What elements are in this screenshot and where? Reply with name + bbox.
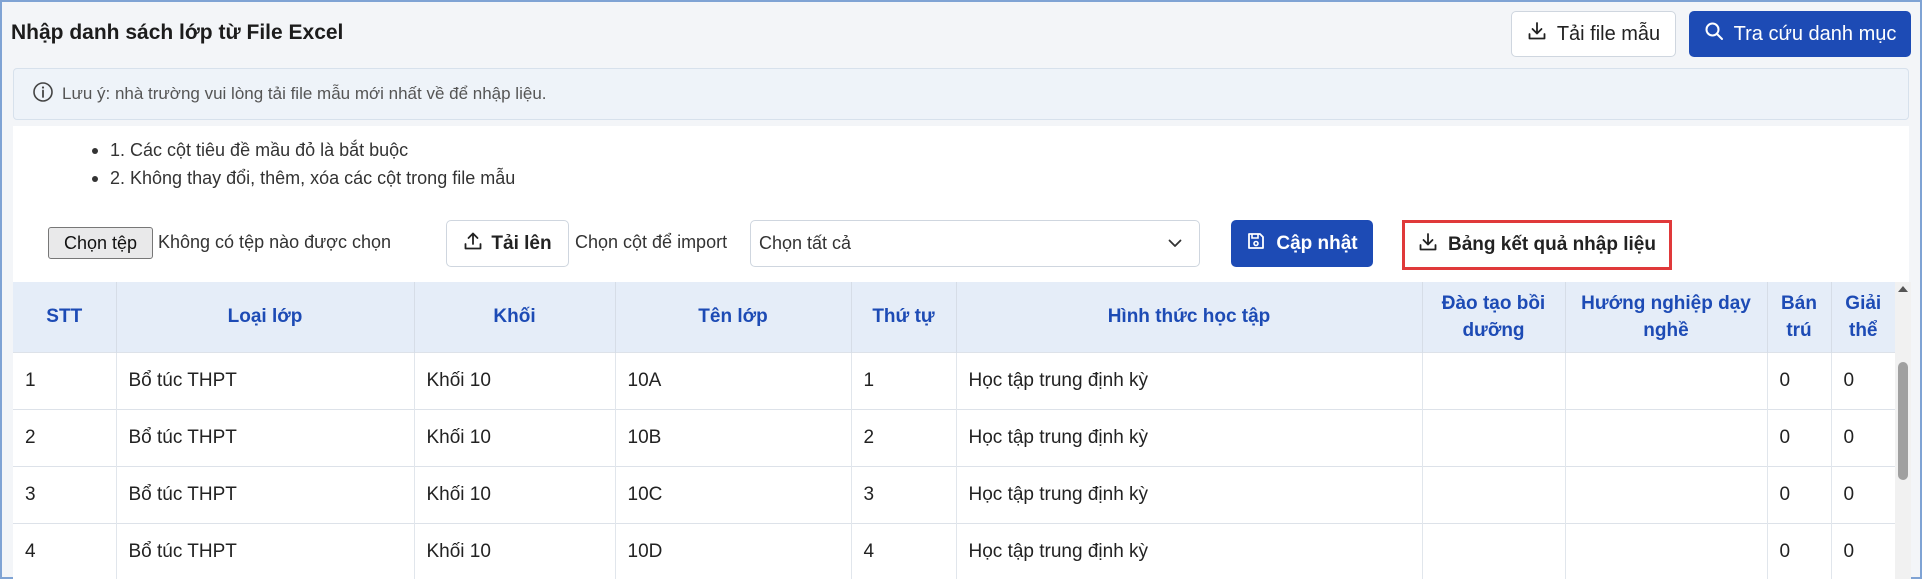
cell-order: 4 — [851, 523, 957, 579]
file-status: Không có tệp nào được chọn — [158, 232, 392, 252]
import-window: Nhập danh sách lớp từ File Excel Tải fil… — [0, 0, 1922, 579]
import-results-button[interactable]: Bảng kết quả nhập liệu — [1402, 220, 1672, 270]
lookup-catalog-button[interactable]: Tra cứu danh mục — [1689, 11, 1911, 57]
rule-item: 1. Các cột tiêu đề mầu đỏ là bắt buộc — [92, 136, 515, 164]
col-header-vocational[interactable]: Hướng nghiệp dạy nghề — [1565, 282, 1768, 352]
cell-order: 3 — [851, 466, 957, 523]
col-header-training[interactable]: Đào tạo bồi dưỡng — [1422, 282, 1566, 352]
cell-vocational — [1565, 523, 1768, 579]
download-template-label: Tải file mẫu — [1556, 22, 1661, 45]
download-icon — [1527, 21, 1547, 47]
col-header-class-name[interactable]: Tên lớp — [615, 282, 852, 352]
update-label: Cập nhật — [1276, 232, 1358, 254]
save-icon — [1246, 231, 1266, 257]
import-column-label: Chọn cột để import — [575, 232, 728, 252]
cell-study-form: Học tập trung định kỳ — [956, 352, 1423, 409]
choose-file-button[interactable]: Chọn tệp — [48, 227, 153, 259]
cell-grade: Khối 10 — [414, 352, 616, 409]
cell-boarding: 0 — [1767, 523, 1832, 579]
info-icon — [32, 81, 54, 108]
cell-vocational — [1565, 466, 1768, 523]
cell-class-type: Bổ túc THPT — [116, 523, 415, 579]
cell-order: 2 — [851, 409, 957, 466]
class-table: STT Loại lớp Khối Tên lớp Thứ tự Hình th… — [13, 282, 1895, 579]
cell-vocational — [1565, 409, 1768, 466]
cell-stt: 2 — [13, 409, 117, 466]
cell-study-form: Học tập trung định kỳ — [956, 523, 1423, 579]
table-row[interactable]: 1 Bổ túc THPT Khối 10 10A 1 Học tập trun… — [13, 352, 1895, 409]
cell-training — [1422, 409, 1566, 466]
cell-stt: 1 — [13, 352, 117, 409]
cell-dissolved: 0 — [1843, 426, 1855, 448]
import-column-value: Chọn tất cả — [759, 233, 852, 253]
cell-stt: 4 — [13, 523, 117, 579]
cell-grade: Khối 10 — [414, 466, 616, 523]
cell-class-type: Bổ túc THPT — [116, 409, 415, 466]
cell-class-name: 10A — [615, 352, 852, 409]
import-results-label: Bảng kết quả nhập liệu — [1448, 234, 1656, 255]
cell-class-name: 10C — [615, 466, 852, 523]
note-banner: Lưu ý: nhà trường vui lòng tải file mẫu … — [13, 68, 1909, 120]
page-title: Nhập danh sách lớp từ File Excel — [11, 21, 344, 44]
cell-boarding: 0 — [1767, 352, 1832, 409]
cell-boarding: 0 — [1767, 409, 1832, 466]
note-text: Lưu ý: nhà trường vui lòng tải file mẫu … — [62, 84, 547, 103]
download-template-button[interactable]: Tải file mẫu — [1511, 11, 1676, 57]
cell-training — [1422, 523, 1566, 579]
lookup-catalog-label: Tra cứu danh mục — [1733, 22, 1897, 45]
upload-label: Tải lên — [491, 232, 552, 254]
table-row[interactable]: 4 Bổ túc THPT Khối 10 10D 4 Học tập trun… — [13, 523, 1895, 579]
chevron-down-icon — [1167, 235, 1183, 256]
cell-stt: 3 — [13, 466, 117, 523]
cell-order: 1 — [851, 352, 957, 409]
col-header-dissolved[interactable]: Giải thể — [1831, 282, 1895, 352]
cell-boarding: 0 — [1767, 466, 1832, 523]
col-header-order[interactable]: Thứ tự — [851, 282, 957, 352]
update-button[interactable]: Cập nhật — [1231, 220, 1373, 267]
rules-list: 1. Các cột tiêu đề mầu đỏ là bắt buộc 2.… — [92, 136, 515, 192]
cell-grade: Khối 10 — [414, 523, 616, 579]
cell-training — [1422, 352, 1566, 409]
cell-study-form: Học tập trung định kỳ — [956, 409, 1423, 466]
col-header-stt[interactable]: STT — [13, 282, 117, 352]
cell-grade: Khối 10 — [414, 409, 616, 466]
upload-icon — [463, 231, 483, 257]
scrollbar-thumb[interactable] — [1898, 362, 1908, 480]
cell-vocational — [1565, 352, 1768, 409]
col-header-class-type[interactable]: Loại lớp — [116, 282, 415, 352]
cell-class-name: 10B — [615, 409, 852, 466]
cell-class-name: 10D — [615, 523, 852, 579]
upload-button[interactable]: Tải lên — [446, 220, 569, 267]
table-row[interactable]: 2 Bổ túc THPT Khối 10 10B 2 Học tập trun… — [13, 409, 1895, 466]
import-column-select[interactable]: Chọn tất cả — [750, 220, 1200, 267]
search-icon — [1704, 21, 1724, 47]
cell-class-type: Bổ túc THPT — [116, 352, 415, 409]
col-header-study-form[interactable]: Hình thức học tập — [956, 282, 1423, 352]
cell-training — [1422, 466, 1566, 523]
scroll-up-arrow-icon[interactable] — [1898, 286, 1908, 292]
rule-item: 2. Không thay đổi, thêm, xóa các cột tro… — [92, 164, 515, 192]
cell-study-form: Học tập trung định kỳ — [956, 466, 1423, 523]
col-header-grade[interactable]: Khối — [414, 282, 616, 352]
col-header-boarding[interactable]: Bán trú — [1767, 282, 1832, 352]
cell-class-type: Bổ túc THPT — [116, 466, 415, 523]
table-row[interactable]: 3 Bổ túc THPT Khối 10 10C 3 Học tập trun… — [13, 466, 1895, 523]
download-icon — [1418, 232, 1438, 258]
cell-dissolved: 0 — [1843, 369, 1855, 391]
cell-dissolved: 0 — [1843, 540, 1855, 562]
table-header-row: STT Loại lớp Khối Tên lớp Thứ tự Hình th… — [13, 282, 1895, 352]
cell-dissolved: 0 — [1843, 483, 1855, 505]
